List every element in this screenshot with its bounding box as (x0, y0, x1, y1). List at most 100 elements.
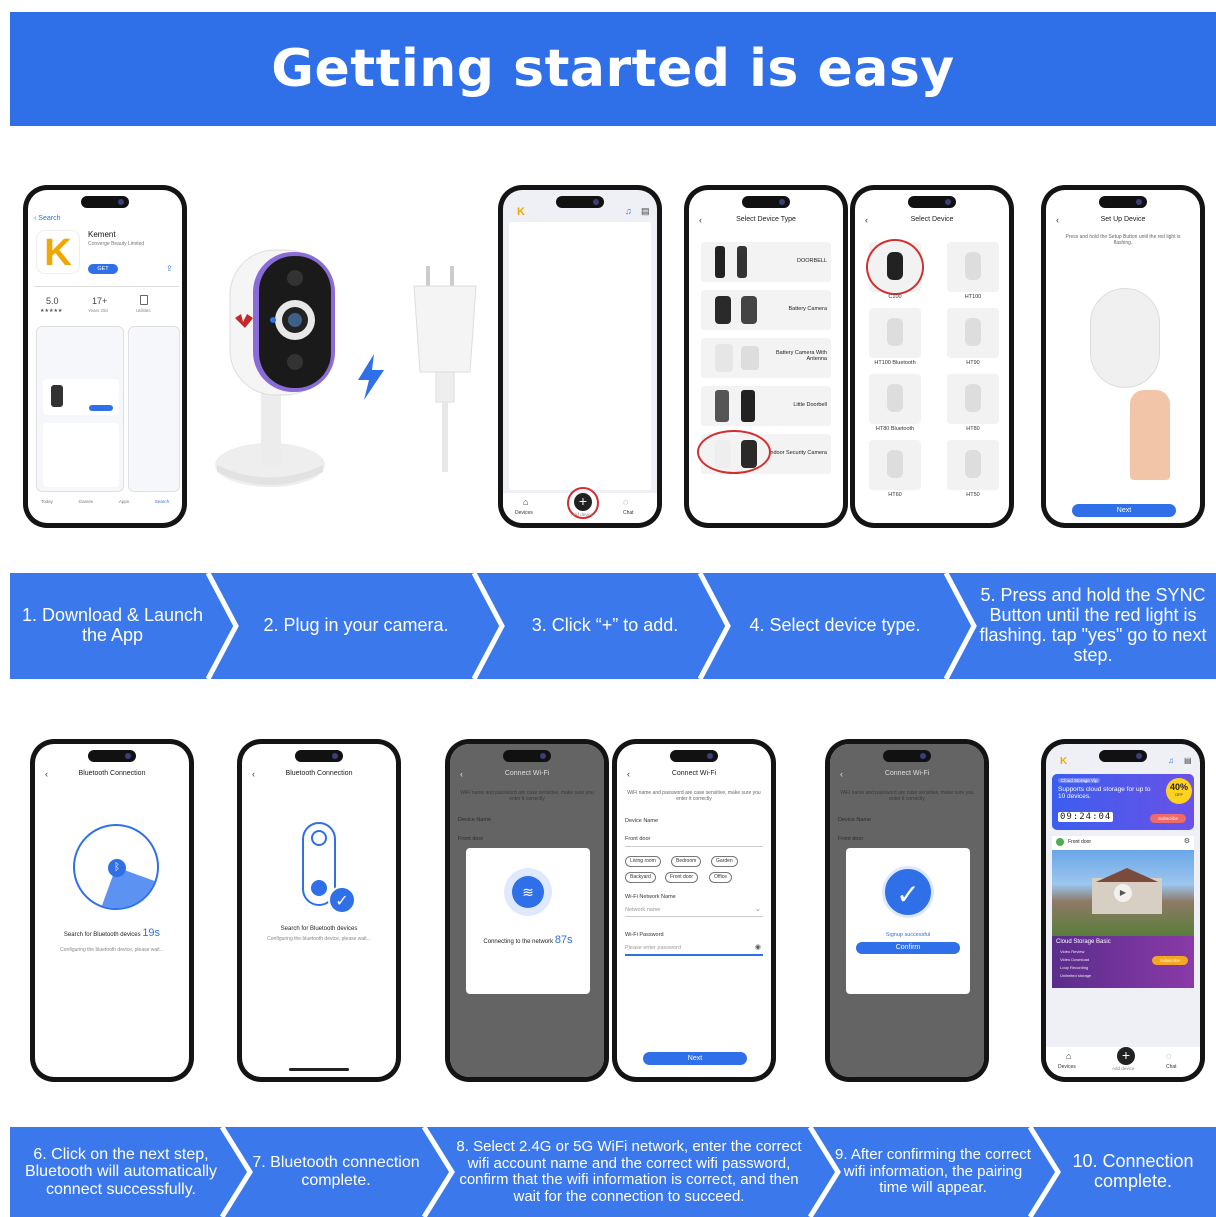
password-input[interactable]: Please enter password (625, 945, 681, 951)
confirm-button[interactable]: Confirm (856, 942, 960, 954)
chat-icon[interactable]: ◌ (1166, 1051, 1171, 1061)
home-icon[interactable]: ⌂ (523, 497, 528, 507)
next-button[interactable]: Next (643, 1052, 747, 1065)
network-input[interactable]: Network name (625, 907, 660, 913)
back-label: Search (38, 215, 61, 222)
device-ht100-bluetooth[interactable] (869, 308, 921, 358)
device-ht90[interactable] (947, 308, 999, 358)
category-value: Utilities (136, 308, 151, 313)
device-type-title: Select Device Type (736, 216, 796, 223)
basic-title: Cloud Storage Basic (1056, 939, 1111, 945)
subscribe-button[interactable]: Subscribe (1150, 814, 1186, 823)
add-device-button[interactable]: + (574, 493, 592, 511)
eye-icon[interactable]: ◉ (755, 943, 761, 951)
chip-office[interactable]: Office (709, 872, 732, 883)
type-doorbell[interactable]: DOORBELL (701, 242, 831, 282)
success-text: Signup successful (885, 932, 931, 938)
step-3: 3. Click “+” to add. (531, 615, 679, 636)
wifi-title: Connect Wi-Fi (671, 770, 717, 777)
type-battery-camera[interactable]: Battery Camera (701, 290, 831, 330)
setup-title: Set Up Device (1100, 216, 1146, 223)
chat-icon[interactable]: ◌ (623, 497, 628, 507)
home-tabbar: ⌂ Devices + Add device ◌ Chat (1046, 1047, 1200, 1077)
calculator-icon (140, 295, 148, 305)
home-icon[interactable]: ⌂ (1066, 1051, 1071, 1061)
get-button[interactable]: GET (88, 264, 118, 274)
device-label: HT100 (964, 294, 982, 300)
back-search-link[interactable]: ‹ Search (34, 215, 60, 222)
finger-image (1130, 390, 1170, 480)
tab-apps[interactable]: Apps (119, 499, 129, 517)
bell-icon[interactable]: ♫ (1168, 756, 1174, 765)
cloud-basic-card[interactable]: Cloud Storage Basic Video Review Video D… (1052, 936, 1194, 988)
feature-1: Video Review (1060, 949, 1085, 954)
bt-search-label: Search for Bluetooth devices (63, 932, 141, 938)
device-ht60[interactable] (869, 440, 921, 490)
bt-title: Bluetooth Connection (78, 770, 146, 777)
connecting-text: Connecting to the network 87s (470, 934, 586, 946)
device-name-input[interactable]: Front door (625, 836, 650, 842)
device-name-label: Device Name (625, 818, 659, 824)
password-label: Wi-Fi Password (625, 932, 664, 938)
chip-garden[interactable]: Garden (711, 856, 738, 867)
wifi-title: Connect Wi-Fi (884, 770, 930, 777)
step-separator (206, 573, 239, 679)
feature-4: Unlimited storage (1060, 973, 1092, 978)
chip-front-door[interactable]: Front door (665, 872, 699, 883)
nav-devices[interactable]: Devices (515, 510, 533, 516)
phone-wifi-connecting: ‹ Connect Wi-Fi WiFi name and password a… (445, 739, 609, 1082)
age-sub: Years Old (88, 308, 108, 313)
type-little-doorbell[interactable]: Little Doorbell (701, 386, 831, 426)
device-label: HT50 (966, 492, 980, 498)
menu-icon[interactable]: ▤ (641, 206, 650, 217)
feature-3: Loop Recording (1060, 965, 1089, 970)
device-ht50[interactable] (947, 440, 999, 490)
share-icon[interactable]: ⇪ (166, 264, 173, 273)
chip-backyard[interactable]: Backyard (625, 872, 656, 883)
phone-bluetooth-search: ‹ Bluetooth Connection ᛒ Search for Blue… (30, 739, 194, 1082)
tab-today[interactable]: Today (41, 499, 53, 517)
step-separator (944, 573, 977, 679)
nav-chat[interactable]: Chat (623, 510, 634, 516)
rating-stars: ★★★★★ (40, 308, 63, 314)
basic-subscribe-button[interactable]: Subscribe (1152, 956, 1188, 965)
device-ht80-bluetooth[interactable] (869, 374, 921, 424)
settings-icon[interactable]: ⚙ (1184, 837, 1190, 845)
step-4: 4. Select device type. (749, 615, 921, 636)
next-button[interactable]: Next (1072, 504, 1176, 517)
appstore-tabbar: Today Games Apps Search (28, 499, 182, 517)
tab-search[interactable]: Search (155, 499, 169, 517)
nav-chat[interactable]: Chat (1166, 1064, 1177, 1070)
dropdown-icon[interactable]: ⌄ (755, 905, 761, 913)
play-icon[interactable]: ▶ (1114, 884, 1132, 902)
nav-add-device[interactable]: Add device (571, 512, 593, 517)
device-ht100[interactable] (947, 242, 999, 292)
type-battery-camera-antenna[interactable]: Battery Camera With Antenna (701, 338, 831, 378)
screenshot-preview-2 (128, 326, 180, 492)
cloud-promo-card[interactable]: Cloud Storage Vip Supports cloud storage… (1052, 774, 1194, 830)
device-c100[interactable] (866, 239, 924, 295)
type-indoor-security-camera[interactable]: Indoor Security Camera (697, 430, 831, 474)
chip-living-room[interactable]: Living room (625, 856, 661, 867)
device-label: HT90 (966, 360, 980, 366)
step-7: 7. Bluetooth connection complete. (252, 1154, 420, 1189)
menu-icon[interactable]: ▤ (1184, 756, 1192, 765)
nav-add-device[interactable]: Add device (1112, 1066, 1134, 1071)
bluetooth-icon: ᛒ (108, 859, 126, 877)
step-separator (472, 573, 505, 679)
steps-strip-top: 1. Download & Launch the App 2. Plug in … (10, 573, 1216, 679)
bt-sub: Configuring the bluetooth device, please… (60, 947, 164, 953)
tab-games[interactable]: Games (79, 499, 94, 517)
camera-preview[interactable]: ▶ (1052, 850, 1194, 936)
device-ht80[interactable] (947, 374, 999, 424)
bt-countdown: 19s (142, 927, 161, 939)
nav-devices[interactable]: Devices (1058, 1064, 1076, 1070)
bt-sub: Configuring the bluetooth device, please… (267, 936, 371, 942)
step-separator (220, 1127, 253, 1217)
chip-bedroom[interactable]: Bedroom (671, 856, 702, 867)
bell-icon[interactable]: ♫ (625, 206, 632, 216)
check-icon: ✓ (328, 886, 356, 914)
countdown-timer: 09:24:04 (1058, 812, 1114, 822)
phone-connected-home: K ♫ ▤ Cloud Storage Vip Supports cloud s… (1041, 739, 1205, 1082)
add-device-button[interactable]: + (1117, 1047, 1135, 1065)
